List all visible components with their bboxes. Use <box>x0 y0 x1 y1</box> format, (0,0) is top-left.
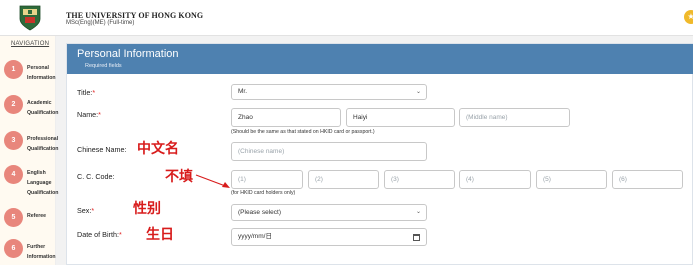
panel-header: Personal Information Required fields <box>67 44 693 74</box>
step-number-badge: 6 <box>4 239 23 258</box>
step-label: Personal Information <box>27 65 56 81</box>
chinese-name-label: Chinese Name: <box>77 145 127 154</box>
chinese-name-input[interactable]: (Chinese name) <box>231 142 427 161</box>
title-select[interactable]: Mr. ⌄ <box>231 84 427 100</box>
required-mark: * <box>118 230 122 239</box>
step-number-badge: 4 <box>4 165 23 184</box>
cc-code-input-3[interactable]: (3) <box>384 170 455 189</box>
university-name: THE UNIVERSITY OF HONG KONG <box>66 11 204 20</box>
chevron-down-icon: ⌄ <box>415 89 421 95</box>
cc-code-input-1[interactable]: (1) <box>231 170 303 189</box>
date-of-birth-value: yyyy/mm/日 <box>238 233 272 240</box>
cc-code-note: (for HKID card holders only) <box>231 190 296 196</box>
name-label: Name:* <box>77 110 101 119</box>
panel-subtitle: Required fields <box>85 63 122 69</box>
sex-label: Sex:* <box>77 206 95 215</box>
calendar-icon[interactable] <box>413 234 420 241</box>
top-bar: THE UNIVERSITY OF HONG KONG MSc(Eng)(ME)… <box>0 0 693 36</box>
required-mark: * <box>92 88 96 97</box>
annotation-cc-code: 不填 <box>165 169 193 185</box>
title-label: Title:* <box>77 88 96 97</box>
chevron-down-icon: ⌄ <box>415 209 421 215</box>
cc-code-input-6[interactable]: (6) <box>612 170 683 189</box>
given-name-input[interactable]: Haiyi <box>346 108 455 127</box>
navigation-title: NAVIGATION <box>11 41 50 47</box>
step-label: Further Information <box>27 244 56 260</box>
annotation-arrow-icon <box>195 174 230 188</box>
sex-select[interactable]: (Please select) ⌄ <box>231 204 427 221</box>
user-menu-icon[interactable]: ★ <box>684 10 693 24</box>
annotation-sex: 性别 <box>133 201 161 217</box>
navigation-sidebar: NAVIGATION 1 Personal Information 2 Acad… <box>0 36 58 265</box>
date-of-birth-input[interactable]: yyyy/mm/日 <box>231 228 427 246</box>
required-mark: * <box>98 110 101 119</box>
step-number-badge: 2 <box>4 95 23 114</box>
step-label: Referee <box>27 213 47 219</box>
step-number-badge: 1 <box>4 60 23 79</box>
step-number-badge: 5 <box>4 208 23 227</box>
step-label: English Language Qualification <box>27 170 59 196</box>
cc-code-input-2[interactable]: (2) <box>308 170 379 189</box>
programme-name: MSc(Eng)(ME) (Full-time) <box>66 20 135 26</box>
middle-name-input[interactable]: (Middle name) <box>459 108 570 127</box>
required-mark: * <box>91 206 95 215</box>
title-select-value: Mr. <box>238 88 248 95</box>
hku-crest-logo <box>19 5 41 31</box>
panel-title: Personal Information <box>77 48 179 60</box>
step-number-badge: 3 <box>4 131 23 150</box>
date-of-birth-label: Date of Birth:* <box>77 230 122 239</box>
cc-code-label: C. C. Code: <box>77 172 115 181</box>
sex-select-value: (Please select) <box>238 209 281 216</box>
name-note: (Should be the same as that stated on HK… <box>231 129 375 135</box>
annotation-date-of-birth: 生日 <box>146 227 174 243</box>
cc-code-input-4[interactable]: (4) <box>459 170 531 189</box>
step-label: Professional Qualification <box>27 136 59 152</box>
surname-input[interactable]: Zhao <box>231 108 341 127</box>
step-label: Academic Qualification <box>27 100 59 116</box>
cc-code-input-5[interactable]: (5) <box>536 170 607 189</box>
annotation-chinese-name: 中文名 <box>137 141 179 157</box>
